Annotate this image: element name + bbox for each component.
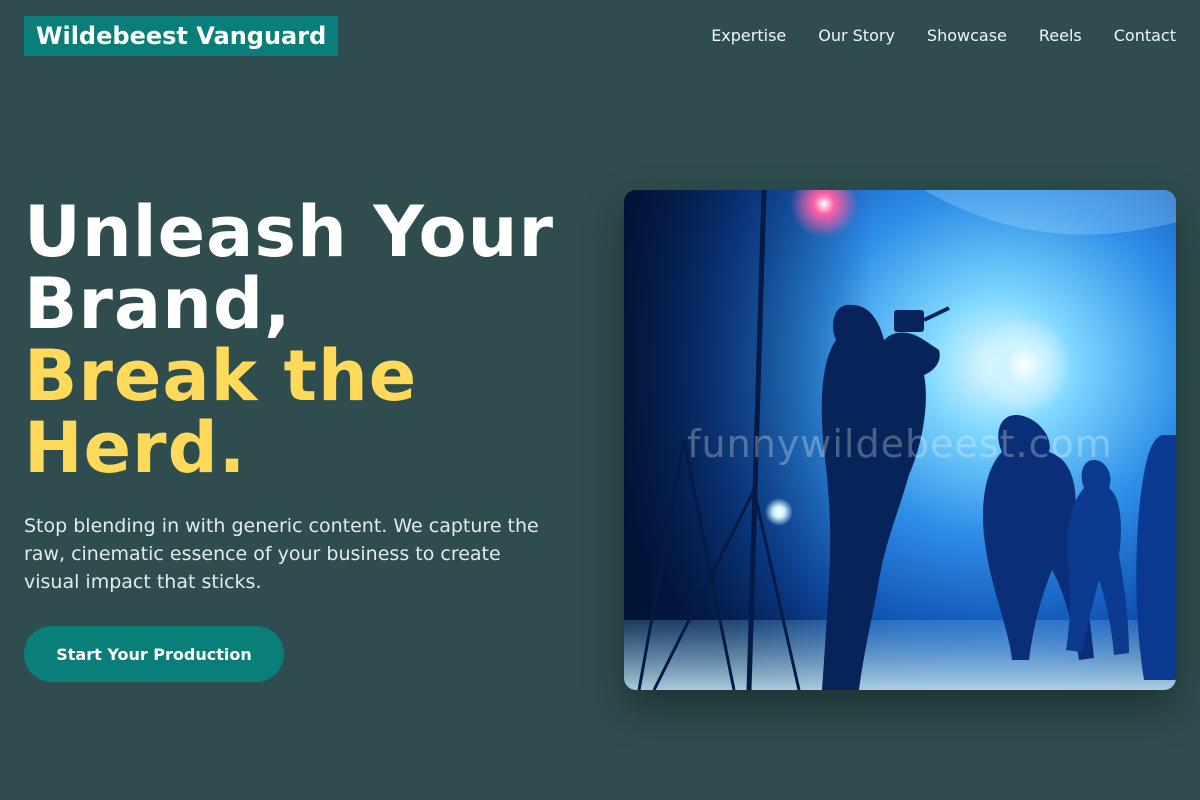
nav-link-contact[interactable]: Contact <box>1114 26 1176 45</box>
hero-subtitle: Stop blending in with generic content. W… <box>24 515 539 593</box>
headline-line-2: Brand, <box>24 263 292 345</box>
main-nav: Expertise Our Story Showcase Reels Conta… <box>711 0 1176 70</box>
headline-line-4: Herd. <box>24 407 247 489</box>
hero-headline: Unleash Your Brand, Break the Herd. <box>24 196 584 484</box>
headline-line-1: Unleash Your <box>24 191 554 273</box>
hero-image: funnywildebeest.com <box>624 190 1176 690</box>
top-navbar: Wildebeest Vanguard Expertise Our Story … <box>0 0 1200 72</box>
nav-link-expertise[interactable]: Expertise <box>711 26 786 45</box>
nav-link-showcase[interactable]: Showcase <box>927 26 1007 45</box>
nav-link-our-story[interactable]: Our Story <box>818 26 895 45</box>
start-production-button[interactable]: Start Your Production <box>24 626 284 682</box>
nav-link-reels[interactable]: Reels <box>1039 26 1082 45</box>
brand-logo[interactable]: Wildebeest Vanguard <box>24 16 339 56</box>
headline-line-3: Break the <box>24 335 418 417</box>
film-crew-illustration <box>624 190 1176 690</box>
hero-section: Unleash Your Brand, Break the Herd. Stop… <box>24 196 584 596</box>
